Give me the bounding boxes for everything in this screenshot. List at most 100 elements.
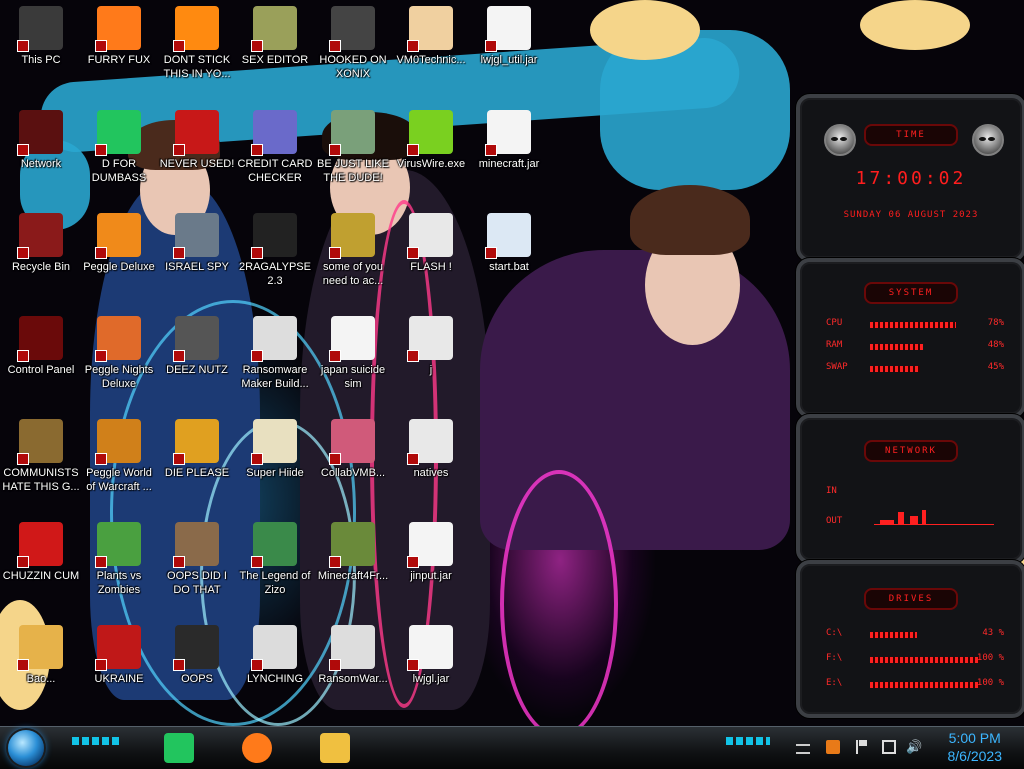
alien-logo-icon bbox=[972, 124, 1004, 156]
time-display: 17:00:02 bbox=[855, 168, 967, 189]
doctor-icon bbox=[407, 6, 453, 52]
shortcut-arrow-icon bbox=[173, 40, 185, 52]
chat-app-icon[interactable] bbox=[164, 733, 194, 763]
shortcut-arrow-icon bbox=[251, 453, 263, 465]
devcpp-icon bbox=[173, 110, 219, 156]
drive-label: E:\ bbox=[826, 678, 843, 688]
desktop-shortcut[interactable]: UKRAINE bbox=[80, 625, 158, 686]
desktop-shortcut[interactable]: jinput.jar bbox=[392, 522, 470, 583]
time-gadget-title: TIME bbox=[864, 124, 958, 146]
desktop-shortcut[interactable]: CollabVMB... bbox=[314, 419, 392, 480]
terminal-icon bbox=[251, 213, 297, 259]
windows-stack-icon bbox=[173, 316, 219, 362]
shortcut-arrow-icon bbox=[329, 247, 341, 259]
desktop-shortcut[interactable]: Recycle Bin bbox=[2, 213, 80, 274]
clock-time: 5:00 PM bbox=[948, 730, 1001, 746]
shortcut-arrow-icon bbox=[17, 659, 29, 671]
desktop-shortcut[interactable]: Bao... bbox=[2, 625, 80, 686]
desktop-shortcut[interactable]: japan suicide sim bbox=[314, 316, 392, 391]
shortcut-arrow-icon bbox=[251, 350, 263, 362]
tray-overflow-icon[interactable] bbox=[796, 744, 810, 754]
desktop-shortcut[interactable]: ISRAEL SPY bbox=[158, 213, 236, 274]
desktop-shortcut[interactable]: Peggle Nights Deluxe bbox=[80, 316, 158, 391]
desktop-shortcut-label: FURRY FUX bbox=[87, 54, 151, 66]
java-tray-icon[interactable] bbox=[826, 740, 840, 754]
desktop-shortcut[interactable]: OOPS DID I DO THAT bbox=[158, 522, 236, 597]
desktop-shortcut[interactable]: CREDIT CARD CHECKER bbox=[236, 110, 314, 185]
desktop-shortcut[interactable]: The Legend of Zizo bbox=[236, 522, 314, 597]
desktop-shortcut[interactable]: minecraft.jar bbox=[470, 110, 548, 171]
shortcut-arrow-icon bbox=[173, 247, 185, 259]
network-tray-icon[interactable] bbox=[882, 740, 896, 754]
desktop-shortcut[interactable]: This PC bbox=[2, 6, 80, 67]
taskbar-decoration bbox=[72, 737, 120, 745]
desktop-shortcut[interactable]: CHUZZIN CUM bbox=[2, 522, 80, 583]
desktop-shortcut[interactable]: RansomWar... bbox=[314, 625, 392, 686]
desktop-shortcut[interactable]: lwjgl.jar bbox=[392, 625, 470, 686]
desktop-shortcut-label: LYNCHING bbox=[246, 673, 304, 685]
desktop-shortcut-label: Peggle Deluxe bbox=[83, 261, 155, 273]
desktop-shortcut[interactable]: COMMUNISTS HATE THIS G... bbox=[2, 419, 80, 494]
shortcut-arrow-icon bbox=[407, 40, 419, 52]
desktop-shortcut[interactable]: start.bat bbox=[470, 213, 548, 274]
desktop-shortcut[interactable]: Peggle World of Warcraft ... bbox=[80, 419, 158, 494]
desktop-shortcut[interactable]: OOPS bbox=[158, 625, 236, 686]
shortcut-arrow-icon bbox=[173, 659, 185, 671]
desktop-shortcut[interactable]: Peggle Deluxe bbox=[80, 213, 158, 274]
desktop-shortcut[interactable]: D FOR DUMBASS bbox=[80, 110, 158, 185]
system-stat-row: SWAP 45% bbox=[826, 362, 1004, 376]
window-icon bbox=[251, 316, 297, 362]
file-icon bbox=[407, 419, 453, 465]
drives-gadget-title: DRIVES bbox=[864, 588, 958, 610]
shortcut-arrow-icon bbox=[485, 40, 497, 52]
desktop-shortcut[interactable]: SEX EDITOR bbox=[236, 6, 314, 67]
network-in-label: IN bbox=[826, 486, 837, 496]
desktop-shortcut[interactable]: 2RAGALYPSE 2.3 bbox=[236, 213, 314, 288]
desktop-shortcut[interactable]: FLASH ! bbox=[392, 213, 470, 274]
desktop-shortcut[interactable]: HOOKED ON XONIX bbox=[314, 6, 392, 81]
shortcut-arrow-icon bbox=[485, 144, 497, 156]
shortcut-arrow-icon bbox=[329, 453, 341, 465]
shortcut-arrow-icon bbox=[17, 453, 29, 465]
desktop-shortcut[interactable]: natives bbox=[392, 419, 470, 480]
desktop-shortcut-label: CHUZZIN CUM bbox=[2, 570, 80, 582]
shortcut-arrow-icon bbox=[95, 247, 107, 259]
shortcut-arrow-icon bbox=[251, 556, 263, 568]
file-explorer-icon[interactable] bbox=[320, 733, 350, 763]
drives-gadget[interactable]: DRIVES C:\ 43 % F:\ 100 % E:\ 100 % bbox=[796, 560, 1024, 718]
shortcut-arrow-icon bbox=[407, 556, 419, 568]
desktop-shortcut[interactable]: BE JUST LIKE THE DUDE! bbox=[314, 110, 392, 185]
desktop-shortcut[interactable]: Plants vs Zombies bbox=[80, 522, 158, 597]
shortcut-arrow-icon bbox=[329, 659, 341, 671]
control-panel-icon bbox=[17, 316, 63, 362]
desktop-shortcut[interactable]: j bbox=[392, 316, 470, 377]
volume-icon[interactable]: 🔊 bbox=[906, 740, 922, 754]
noose-icon bbox=[251, 625, 297, 671]
desktop-shortcut[interactable]: LYNCHING bbox=[236, 625, 314, 686]
taskbar-clock[interactable]: 5:00 PM 8/6/2023 bbox=[948, 729, 1003, 765]
desktop-shortcut[interactable]: VM0Technic... bbox=[392, 6, 470, 67]
start-button[interactable] bbox=[8, 730, 44, 766]
peggle-icon bbox=[95, 419, 141, 465]
desktop-shortcut[interactable]: Minecraft4Fr... bbox=[314, 522, 392, 583]
shortcut-arrow-icon bbox=[485, 247, 497, 259]
time-gadget[interactable]: TIME 17:00:02 SUNDAY 06 AUGUST 2023 bbox=[796, 94, 1024, 262]
desktop-shortcut[interactable]: NEVER USED! bbox=[158, 110, 236, 171]
desktop-shortcut-label: jinput.jar bbox=[410, 570, 452, 582]
desktop-shortcut[interactable]: VirusWire.exe bbox=[392, 110, 470, 171]
desktop-shortcut[interactable]: some of you need to ac... bbox=[314, 213, 392, 288]
desktop-shortcut[interactable]: Super Hiide bbox=[236, 419, 314, 480]
desktop-shortcut[interactable]: FURRY FUX bbox=[80, 6, 158, 67]
desktop-shortcut[interactable]: DIE PLEASE bbox=[158, 419, 236, 480]
desktop-shortcut[interactable]: DEEZ NUTZ bbox=[158, 316, 236, 377]
firefox-icon[interactable] bbox=[242, 733, 272, 763]
network-gadget[interactable]: NETWORK IN OUT bbox=[796, 414, 1024, 564]
desktop-shortcut[interactable]: Ransomware Maker Build... bbox=[236, 316, 314, 391]
desktop-shortcut[interactable]: Network bbox=[2, 110, 80, 171]
shortcut-arrow-icon bbox=[173, 453, 185, 465]
flag-icon[interactable] bbox=[856, 740, 870, 754]
system-gadget[interactable]: SYSTEM CPU 78% RAM 48% SWAP 45% bbox=[796, 258, 1024, 418]
desktop-shortcut[interactable]: lwjgl_util.jar bbox=[470, 6, 548, 67]
desktop-shortcut[interactable]: DONT STICK THIS IN YO... bbox=[158, 6, 236, 81]
desktop-shortcut[interactable]: Control Panel bbox=[2, 316, 80, 377]
